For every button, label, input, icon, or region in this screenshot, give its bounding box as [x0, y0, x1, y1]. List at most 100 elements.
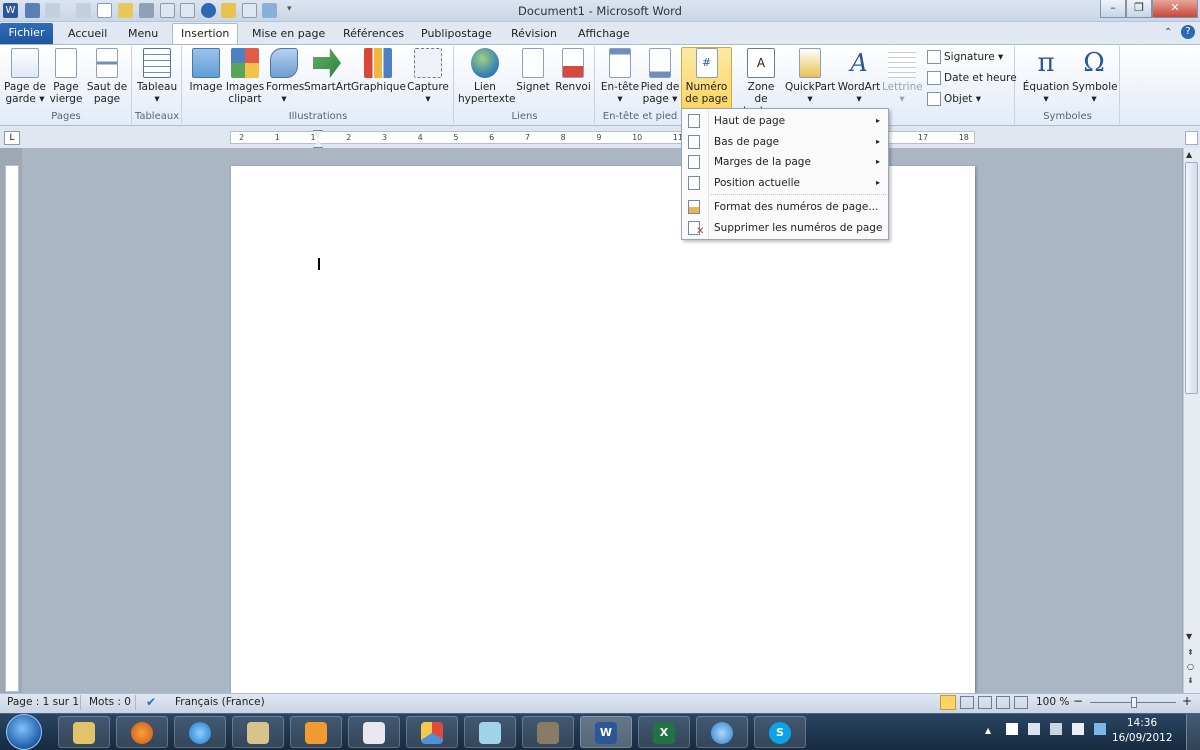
language-indicator[interactable]: Français (France)	[175, 696, 265, 708]
quickpart-button[interactable]: QuickPart ▾	[785, 48, 835, 105]
web-layout-view-icon[interactable]	[978, 696, 992, 709]
tab-fichier[interactable]: Fichier	[0, 23, 53, 44]
chart-icon	[364, 48, 392, 78]
ruler-label: 8	[560, 133, 566, 142]
menu-item-format-des-numeros[interactable]: Format des numéros de page...	[682, 197, 888, 217]
numero-de-page-button[interactable]: # Numérode page ▾	[681, 48, 732, 117]
group-label-illustrations: Illustrations	[288, 111, 348, 122]
lien-hypertexte-button[interactable]: Lien hypertexte	[458, 48, 516, 105]
signet-button[interactable]: Signet	[515, 48, 551, 93]
taskbar-paint[interactable]	[406, 716, 458, 748]
taskbar-word[interactable]: W	[580, 716, 632, 748]
image-button[interactable]: Image	[188, 48, 224, 93]
taskbar-excel[interactable]: X	[638, 716, 690, 748]
taskbar-firefox[interactable]	[116, 716, 168, 748]
firefox-icon	[131, 722, 153, 744]
equation-button[interactable]: π Équation ▾	[1020, 48, 1072, 105]
taskbar-snipping[interactable]	[348, 716, 400, 748]
tray-expand-icon[interactable]: ▲	[985, 726, 991, 735]
menu-item-marges-de-la-page[interactable]: Marges de la page ▸	[682, 152, 888, 172]
zoom-out-button[interactable]: −	[1073, 694, 1083, 708]
quickpart-icon	[799, 48, 821, 78]
next-page-icon[interactable]: ⇟	[1187, 676, 1194, 685]
taskbar-internet-explorer[interactable]	[174, 716, 226, 748]
page-count[interactable]: Page : 1 sur 1	[7, 696, 79, 708]
smartart-button[interactable]: SmartArt	[304, 48, 351, 93]
tab-affichage[interactable]: Affichage	[570, 24, 638, 44]
taskbar-app-4[interactable]	[232, 716, 284, 748]
taskbar-clock[interactable]: 14:36 16/09/2012	[1112, 716, 1173, 746]
menu-item-position-actuelle[interactable]: Position actuelle ▸	[682, 173, 888, 193]
images-clipart-button[interactable]: Images clipart	[225, 48, 265, 105]
previous-page-icon[interactable]: ⇞	[1187, 648, 1194, 657]
taskbar-app-8[interactable]	[464, 716, 516, 748]
renvoi-button[interactable]: Renvoi	[554, 48, 592, 93]
taskbar-media-player[interactable]	[290, 716, 342, 748]
taskbar-explorer[interactable]	[58, 716, 110, 748]
lettrine-button[interactable]: Lettrine ▾	[882, 48, 923, 105]
document-page[interactable]	[231, 166, 975, 693]
menu-item-bas-de-page[interactable]: Bas de page ▸	[682, 132, 888, 152]
print-layout-view-icon[interactable]	[940, 695, 956, 710]
pied-de-page-button[interactable]: Pied de page ▾	[640, 48, 680, 105]
vertical-ruler[interactable]	[5, 165, 19, 692]
help-icon[interactable]: ?	[1181, 25, 1195, 39]
word-count[interactable]: Mots : 0	[89, 696, 131, 708]
tab-selector-icon[interactable]: L	[4, 131, 20, 145]
tab-publipostage[interactable]: Publipostage	[413, 24, 500, 44]
gimp-icon	[537, 722, 559, 744]
zoom-level[interactable]: 100 %	[1036, 696, 1069, 708]
saut-de-page-button[interactable]: Saut de page	[86, 48, 128, 105]
tab-menu[interactable]: Menu	[120, 24, 166, 44]
tray-icon[interactable]	[1094, 723, 1106, 735]
tab-revision[interactable]: Révision	[503, 24, 565, 44]
ribbon-collapse-icon[interactable]: ⌃	[1164, 27, 1172, 38]
start-button[interactable]	[6, 714, 42, 750]
tableau-button[interactable]: Tableau ▾	[134, 48, 180, 105]
draft-view-icon[interactable]	[1014, 696, 1028, 709]
date-et-heure-button[interactable]: Date et heure	[927, 69, 1017, 87]
tab-mise-en-page[interactable]: Mise en page	[244, 24, 333, 44]
folder-icon	[73, 722, 95, 744]
scroll-down-icon[interactable]: ▼	[1186, 632, 1192, 641]
clipart-icon	[231, 48, 259, 78]
zone-de-texte-button[interactable]: A Zone detexte ▾	[740, 48, 782, 117]
show-desktop-button[interactable]	[1186, 714, 1200, 750]
tray-icon[interactable]	[1072, 723, 1084, 735]
close-button[interactable]: ✕	[1152, 0, 1198, 18]
objet-button[interactable]: Objet ▾	[927, 90, 981, 108]
taskbar-app-12[interactable]	[696, 716, 748, 748]
en-tete-button[interactable]: En-tête ▾	[600, 48, 640, 105]
outline-view-icon[interactable]	[996, 696, 1010, 709]
view-ruler-icon[interactable]	[1185, 131, 1198, 145]
taskbar-skype[interactable]: S	[754, 716, 806, 748]
proofing-check-icon[interactable]: ✔	[146, 695, 156, 709]
scroll-up-icon[interactable]: ▲	[1186, 150, 1192, 159]
symbole-button[interactable]: Ω Symbole ▾	[1072, 48, 1118, 105]
browse-object-icon[interactable]: ○	[1187, 662, 1194, 671]
menu-item-haut-de-page[interactable]: Haut de page ▸	[682, 111, 888, 131]
network-icon[interactable]	[1028, 723, 1040, 735]
tab-accueil[interactable]: Accueil	[60, 24, 115, 44]
capture-button[interactable]: Capture ▾	[407, 48, 449, 105]
full-screen-view-icon[interactable]	[960, 696, 974, 709]
formes-button[interactable]: Formes ▾	[266, 48, 304, 105]
page-de-garde-button[interactable]: Page de garde ▾	[3, 48, 47, 105]
tab-insertion[interactable]: Insertion	[172, 23, 239, 45]
scrollbar-thumb[interactable]	[1185, 162, 1198, 394]
zoom-in-button[interactable]: +	[1182, 694, 1192, 708]
signature-button[interactable]: Signature ▾	[927, 48, 1003, 66]
group-label-liens: Liens	[511, 111, 538, 122]
taskbar-gimp[interactable]	[522, 716, 574, 748]
menu-item-supprimer-numeros[interactable]: ✕ Supprimer les numéros de page	[682, 218, 888, 238]
text-cursor	[318, 258, 326, 270]
graphique-button[interactable]: Graphique	[351, 48, 406, 93]
action-center-icon[interactable]	[1006, 723, 1018, 735]
minimize-button[interactable]: –	[1100, 0, 1126, 18]
maximize-button[interactable]: ❐	[1126, 0, 1152, 18]
volume-icon[interactable]	[1050, 723, 1062, 735]
wordart-button[interactable]: A WordArt ▾	[836, 48, 882, 105]
tab-references[interactable]: Références	[335, 24, 412, 44]
zoom-slider-thumb[interactable]	[1131, 697, 1137, 708]
page-vierge-button[interactable]: Page vierge	[48, 48, 84, 105]
